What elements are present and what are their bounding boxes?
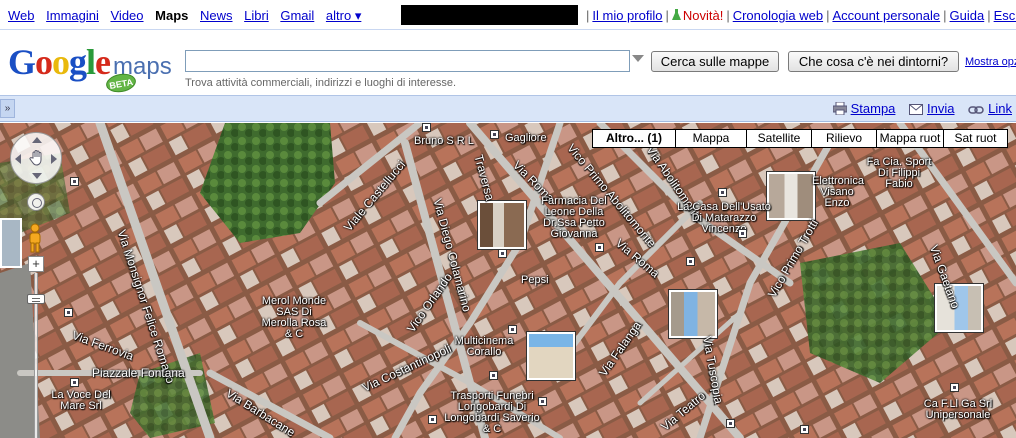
poi-marker-icon[interactable] [595,243,604,252]
map-type-satellite[interactable]: Satellite [746,129,812,148]
poi-marker-icon[interactable] [64,308,73,317]
map-toolbar: » Stampa Invia Link [0,95,1016,122]
nav-immagini[interactable]: Immagini [46,8,99,23]
services-nav: Web Immagini Video Maps News Libri Gmail… [8,8,369,24]
poi-label: Multicinema Corallo [454,335,514,358]
web-history-link[interactable]: Cronologia web [733,8,823,23]
search-nearby-button[interactable]: Che cosa c'è nei dintorni? [788,51,959,72]
pan-right-icon[interactable] [51,154,57,164]
separator: | [665,8,669,23]
toolbar-links: Stampa Invia Link [832,101,1012,116]
search-history-dropdown-icon[interactable] [632,55,644,62]
poi-marker-icon[interactable] [70,177,79,186]
nav-web[interactable]: Web [8,8,35,23]
poi-label: Trasporti Funebri Longobardi Di Longobar… [444,390,540,435]
search-maps-button[interactable]: Cerca sulle mappe [651,51,779,72]
map-type-terrain[interactable]: Rilievo [811,129,877,148]
panel-toggle-button[interactable]: » [0,99,15,118]
poi-marker-icon[interactable] [70,378,79,387]
sign-out-link[interactable]: Esci [994,8,1016,23]
poi-label: Gagliore [505,132,547,144]
photo-thumbnail[interactable] [478,201,526,249]
poi-marker-icon[interactable] [800,425,809,434]
search-hint: Trova attività commerciali, indirizzi e … [185,77,457,89]
poi-label: Ca F.Ll Ga Srl Unipersonale [923,398,993,421]
hand-icon [29,150,42,166]
my-profile-link[interactable]: Il mio profilo [592,8,662,23]
pan-down-icon[interactable] [32,173,42,179]
poi-marker-icon[interactable] [489,371,498,380]
whats-new-link[interactable]: Novità! [683,8,723,23]
account-link[interactable]: Account personale [832,8,940,23]
photo-thumbnail[interactable] [527,332,575,380]
poi-label: Bruno S R L [414,135,474,147]
pan-control[interactable] [10,132,62,184]
search-input[interactable] [185,50,630,72]
map-type-map[interactable]: Mappa [675,129,747,148]
poi-marker-icon[interactable] [718,188,727,197]
poi-marker-icon[interactable] [538,397,547,406]
separator: | [943,8,947,23]
poi-marker-icon[interactable] [422,123,431,132]
poi-label: Pepsi [521,274,549,286]
map-type-more[interactable]: Altro... (1) [592,129,676,148]
poi-marker-icon[interactable] [508,325,517,334]
satellite-map[interactable]: Viale Castellucci Via Monsignor Felice R… [0,123,1016,438]
poi-marker-icon[interactable] [726,419,735,428]
email-icon [909,104,924,115]
separator: | [586,8,590,23]
streetview-thumbnail-partial[interactable] [0,218,22,268]
redacted-user-email [401,5,578,25]
send-link[interactable]: Invia [927,101,954,116]
nav-gmail[interactable]: Gmail [280,8,314,23]
google-maps-logo[interactable]: Google maps BETA [8,41,183,95]
poi-marker-icon[interactable] [950,383,959,392]
zoom-slider-thumb[interactable] [27,294,45,304]
nav-libri[interactable]: Libri [244,8,269,23]
print-link[interactable]: Stampa [851,101,896,116]
link-icon [968,106,984,114]
map-type-rotated-satellite[interactable]: Sat ruot [943,129,1008,148]
help-link[interactable]: Guida [950,8,985,23]
poi-marker-icon[interactable] [738,229,747,238]
pan-left-icon[interactable] [15,154,21,164]
poi-label: Elettronica Visano Enzo [812,175,864,209]
labs-flask-icon [671,9,681,20]
poi-label: Merol Monde SAS Di Merolla Rosa & C [261,295,327,340]
separator: | [726,8,730,23]
account-nav: | Il mio profilo | Novità! | Cronologia web | A… [583,8,1016,23]
pan-up-icon[interactable] [32,137,42,143]
link-to-page[interactable]: Link [988,101,1012,116]
nav-more-dropdown[interactable]: altro ▾ [326,8,361,23]
poi-marker-icon[interactable] [490,130,499,139]
zoom-in-button[interactable]: + [28,256,44,272]
separator: | [826,8,830,23]
road-label: Piazzale Fontana [92,366,185,380]
poi-label: Farmacia Del Leone Della Dr.Ssa Petto Gi… [541,195,607,240]
print-icon [832,102,847,115]
top-navigation-bar: Web Immagini Video Maps News Libri Gmail… [0,0,1016,30]
nav-news[interactable]: News [200,8,233,23]
poi-label: La Casa Dell'Usato Di Matarazzo Vincenzo [677,201,771,235]
nav-video[interactable]: Video [111,8,144,23]
pegman-streetview-icon[interactable] [24,223,46,253]
poi-label: La Voce Del Mare Srl [51,389,111,412]
photo-thumbnail[interactable] [767,172,815,220]
photo-thumbnail[interactable] [669,290,717,338]
poi-label: Fa Cia. Sport Di Filippi Fabio [866,156,932,190]
show-options-link[interactable]: Mostra opz [965,56,1016,68]
map-type-rotated-map[interactable]: Mappa ruot [876,129,944,148]
poi-marker-icon[interactable] [498,249,507,258]
rotate-view-icon[interactable] [27,193,45,211]
google-wordmark: Google [8,42,111,82]
map-type-selector: Altro... (1) Mappa Satellite Rilievo Map… [592,129,1008,148]
maps-header: Google maps BETA Trova attività commerci… [0,31,1016,95]
poi-marker-icon[interactable] [686,257,695,266]
poi-marker-icon[interactable] [428,415,437,424]
separator: | [987,8,991,23]
nav-maps-current: Maps [155,8,189,23]
